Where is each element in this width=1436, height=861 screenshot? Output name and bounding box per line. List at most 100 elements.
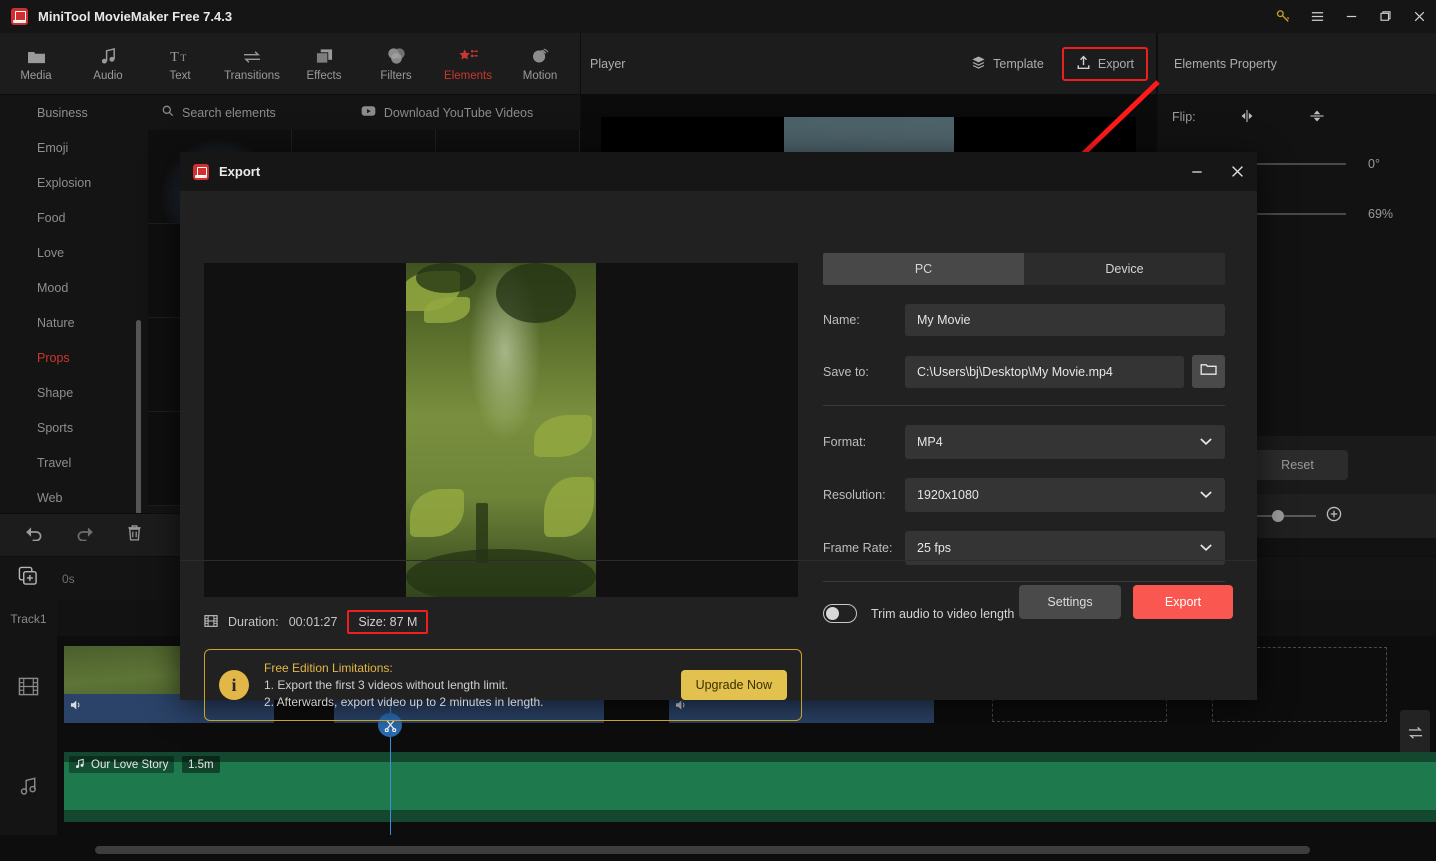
toolbar-item-motion[interactable]: Motion [504, 33, 576, 95]
sidebar-item-food[interactable]: Food [0, 200, 148, 235]
framerate-value: 25 fps [917, 541, 952, 555]
browse-folder-button[interactable] [1192, 355, 1225, 388]
sidebar-item-shape[interactable]: Shape [0, 375, 148, 410]
toolbar-item-filters[interactable]: Filters [360, 33, 432, 95]
reset-label: Reset [1281, 458, 1314, 472]
maximize-icon[interactable] [1368, 0, 1402, 33]
undo-icon[interactable] [24, 524, 44, 546]
sidebar-item-mood[interactable]: Mood [0, 270, 148, 305]
tab-device-label: Device [1105, 262, 1144, 276]
properties-header: Elements Property [1157, 33, 1436, 95]
settings-button[interactable]: Settings [1019, 585, 1121, 619]
format-value: MP4 [917, 435, 943, 449]
zoom-slider-knob[interactable] [1272, 510, 1284, 522]
sidebar-item-web[interactable]: Web [0, 480, 148, 513]
export-form: PC Device Name: My Movie Save to: C:\Use [823, 253, 1225, 623]
toolbar-item-effects[interactable]: Effects [288, 33, 360, 95]
resolution-select[interactable]: 1920x1080 [905, 478, 1225, 512]
template-button[interactable]: Template [961, 50, 1054, 78]
flip-horizontal-icon[interactable] [1238, 109, 1256, 126]
format-label: Format: [823, 435, 867, 449]
export-preview-video [406, 263, 596, 597]
name-input[interactable]: My Movie [905, 304, 1225, 336]
audio-clip-length: 1.5m [182, 756, 220, 773]
youtube-icon [361, 105, 376, 120]
folder-icon [1200, 362, 1217, 382]
toolbar-item-elements[interactable]: Elements [432, 33, 504, 95]
timeline-audio-track[interactable]: Our Love Story 1.5m [57, 736, 1436, 835]
category-label: Emoji [37, 140, 69, 155]
sidebar-item-sports[interactable]: Sports [0, 410, 148, 445]
dialog-footer: Settings Export [1019, 585, 1233, 619]
title-bar: MiniTool MovieMaker Free 7.4.3 [0, 0, 1436, 33]
tab-device[interactable]: Device [1024, 253, 1225, 285]
player-header: Player Template Export [581, 33, 1156, 95]
text-icon: TT [170, 46, 190, 65]
export-button[interactable]: Export [1061, 46, 1148, 81]
sidebar-item-nature[interactable]: Nature [0, 305, 148, 340]
dialog-minimize-icon[interactable] [1177, 152, 1217, 191]
reset-button[interactable]: Reset [1247, 450, 1348, 480]
sidebar-item-business[interactable]: Business [0, 95, 148, 130]
add-media-icon[interactable] [18, 566, 38, 591]
timeline-horizontal-scrollbar[interactable] [95, 846, 1310, 854]
resolution-label: Resolution: [823, 488, 886, 502]
toolbar-item-media[interactable]: Media [0, 33, 72, 95]
saveto-input[interactable]: C:\Users\bj\Desktop\My Movie.mp4 [905, 355, 1184, 388]
zoom-in-icon[interactable] [1326, 506, 1342, 527]
saveto-row: Save to: C:\Users\bj\Desktop\My Movie.mp… [823, 355, 1225, 388]
window-controls [1266, 0, 1436, 33]
export-target-tabs: PC Device [823, 253, 1225, 285]
upgrade-now-label: Upgrade Now [695, 678, 772, 692]
toolbar-item-transitions[interactable]: Transitions [216, 33, 288, 95]
upgrade-now-button[interactable]: Upgrade Now [680, 670, 787, 700]
search-input[interactable]: Search elements [162, 105, 276, 120]
category-label: Sports [37, 420, 74, 435]
elements-search-bar: Search elements Download YouTube Videos [148, 95, 580, 130]
timeline-current-time: 0s [62, 571, 75, 586]
template-icon [971, 55, 986, 73]
saveto-value: C:\Users\bj\Desktop\My Movie.mp4 [917, 364, 1113, 379]
timeline-gutter: Track1 [0, 600, 57, 835]
film-icon [204, 614, 218, 631]
sidebar-item-emoji[interactable]: Emoji [0, 130, 148, 165]
dialog-close-icon[interactable] [1217, 152, 1257, 191]
trim-audio-toggle[interactable] [823, 604, 857, 623]
properties-title: Elements Property [1174, 56, 1277, 71]
svg-text:T: T [170, 49, 179, 65]
redo-icon[interactable] [75, 524, 95, 546]
sidebar-item-explosion[interactable]: Explosion [0, 165, 148, 200]
delete-icon[interactable] [126, 524, 143, 547]
tab-pc[interactable]: PC [823, 253, 1024, 285]
settings-label: Settings [1047, 595, 1093, 609]
toggle-knob [826, 607, 839, 620]
sidebar-item-love[interactable]: Love [0, 235, 148, 270]
sidebar-item-travel[interactable]: Travel [0, 445, 148, 480]
svg-text:T: T [180, 54, 186, 64]
resolution-row: Resolution: 1920x1080 [823, 478, 1225, 512]
category-label: Nature [37, 315, 75, 330]
minimize-icon[interactable] [1334, 0, 1368, 33]
sidebar-item-props[interactable]: Props [0, 340, 148, 375]
tab-pc-label: PC [914, 262, 933, 276]
audio-clip-name: Our Love Story [69, 756, 175, 773]
speaker-icon[interactable] [70, 698, 83, 716]
category-label: Explosion [37, 175, 92, 190]
format-select[interactable]: MP4 [905, 425, 1225, 459]
category-scrollbar[interactable] [136, 320, 141, 513]
category-label: Mood [37, 280, 69, 295]
dialog-export-button[interactable]: Export [1133, 585, 1233, 619]
element-category-list[interactable]: Business Emoji Explosion Food Love Mood … [0, 95, 148, 513]
toolbar-item-text[interactable]: TT Text [144, 33, 216, 95]
menu-icon[interactable] [1300, 0, 1334, 33]
toolbar-label-filters: Filters [380, 70, 412, 82]
dialog-footer-divider [180, 560, 1257, 561]
close-icon[interactable] [1402, 0, 1436, 33]
elements-icon [458, 46, 478, 65]
toolbar-item-audio[interactable]: Audio [72, 33, 144, 95]
timeline-clip-audio[interactable]: Our Love Story 1.5m [64, 752, 1436, 822]
key-icon[interactable] [1266, 0, 1300, 33]
export-upload-icon [1076, 55, 1091, 73]
flip-vertical-icon[interactable] [1308, 108, 1326, 127]
download-youtube-button[interactable]: Download YouTube Videos [361, 105, 533, 120]
